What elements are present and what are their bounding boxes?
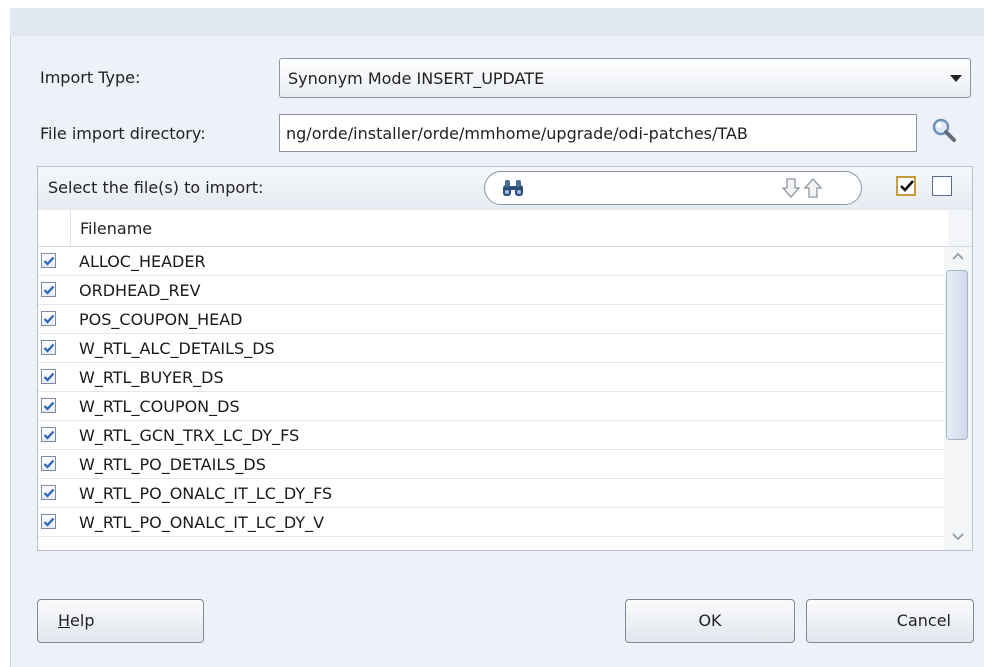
checkmark-icon	[43, 517, 55, 527]
filename-column-label: Filename	[80, 219, 153, 238]
file-row[interactable]: POS_COUPON_HEAD	[38, 305, 944, 334]
arrow-up-icon[interactable]	[803, 177, 823, 199]
file-name: ALLOC_HEADER	[79, 252, 206, 271]
help-label-rest: elp	[70, 611, 95, 630]
select-none-button[interactable]	[932, 176, 952, 196]
file-row[interactable]: ORDHEAD_REV	[38, 276, 944, 305]
file-row[interactable]: W_RTL_PO_DETAILS_DS	[38, 450, 944, 479]
file-checkbox[interactable]	[41, 485, 56, 500]
file-row[interactable]: ALLOC_HEADER	[38, 247, 944, 276]
magnifier-icon	[932, 118, 956, 142]
checkmark-icon	[43, 256, 55, 266]
checkmark-icon	[43, 314, 55, 324]
checkmark-icon	[43, 372, 55, 382]
cancel-button[interactable]: Cancel	[806, 599, 974, 643]
cancel-button-label: Cancel	[896, 611, 951, 630]
checkmark-icon	[43, 430, 55, 440]
file-panel-title: Select the file(s) to import:	[48, 178, 264, 197]
scroll-down-icon[interactable]	[952, 532, 964, 542]
ok-button[interactable]: OK	[625, 599, 795, 643]
file-name: ORDHEAD_REV	[79, 281, 201, 300]
filename-column-header[interactable]: Filename	[38, 210, 948, 247]
file-name: W_RTL_PO_ONALC_IT_LC_DY_V	[79, 513, 325, 532]
import-type-value: Synonym Mode INSERT_UPDATE	[288, 69, 545, 88]
dialog-title-bar	[10, 8, 984, 36]
import-type-dropdown[interactable]: Synonym Mode INSERT_UPDATE	[279, 58, 971, 98]
file-selection-panel: Select the file(s) to import: Filename A…	[37, 166, 973, 551]
file-name: POS_COUPON_HEAD	[79, 310, 243, 329]
checkmark-icon	[43, 285, 55, 295]
file-list: ALLOC_HEADER ORDHEAD_REV POS_COUPON_HEAD W_…	[38, 247, 944, 537]
help-button[interactable]: Help	[37, 599, 204, 643]
file-checkbox[interactable]	[41, 340, 56, 355]
file-checkbox[interactable]	[41, 311, 56, 326]
file-checkbox[interactable]	[41, 514, 56, 529]
import-type-label: Import Type:	[40, 68, 141, 87]
select-all-button[interactable]	[896, 176, 916, 196]
file-checkbox[interactable]	[41, 282, 56, 297]
file-checkbox[interactable]	[41, 253, 56, 268]
file-row[interactable]: W_RTL_GCN_TRX_LC_DY_FS	[38, 421, 944, 450]
file-checkbox[interactable]	[41, 369, 56, 384]
file-checkbox[interactable]	[41, 456, 56, 471]
file-name: W_RTL_ALC_DETAILS_DS	[79, 339, 275, 358]
file-row[interactable]: W_RTL_PO_ONALC_IT_LC_DY_FS	[38, 479, 944, 508]
directory-value: ng/orde/installer/orde/mmhome/upgrade/od…	[286, 124, 748, 143]
file-name: W_RTL_COUPON_DS	[79, 397, 240, 416]
scroll-up-icon[interactable]	[952, 251, 964, 261]
directory-label: File import directory:	[40, 124, 206, 143]
chevron-down-icon	[950, 75, 962, 82]
file-name: W_RTL_PO_DETAILS_DS	[79, 455, 266, 474]
checkmark-icon	[43, 343, 55, 353]
help-button-label: Help	[58, 611, 94, 630]
file-row[interactable]: W_RTL_COUPON_DS	[38, 392, 944, 421]
directory-input[interactable]: ng/orde/installer/orde/mmhome/upgrade/od…	[279, 114, 917, 152]
ok-button-label: OK	[698, 611, 722, 630]
help-mnemonic: H	[58, 611, 71, 630]
filter-field[interactable]	[484, 171, 862, 205]
file-name: W_RTL_GCN_TRX_LC_DY_FS	[79, 426, 300, 445]
binoculars-icon	[503, 180, 523, 196]
header-corner	[948, 210, 972, 247]
check-all-icon	[900, 180, 914, 192]
arrow-down-icon[interactable]	[781, 177, 801, 199]
file-row[interactable]: W_RTL_ALC_DETAILS_DS	[38, 334, 944, 363]
file-panel-header: Select the file(s) to import:	[38, 167, 972, 211]
scrollbar-thumb[interactable]	[946, 270, 968, 440]
file-name: W_RTL_PO_ONALC_IT_LC_DY_FS	[79, 484, 333, 503]
file-checkbox[interactable]	[41, 398, 56, 413]
browse-directory-button[interactable]	[928, 115, 960, 147]
file-row[interactable]: W_RTL_PO_ONALC_IT_LC_DY_V	[38, 508, 944, 537]
column-separator	[70, 210, 71, 246]
checkmark-icon	[43, 459, 55, 469]
file-row[interactable]: W_RTL_BUYER_DS	[38, 363, 944, 392]
file-checkbox[interactable]	[41, 427, 56, 442]
checkmark-icon	[43, 488, 55, 498]
checkmark-icon	[43, 401, 55, 411]
vertical-scrollbar[interactable]	[944, 247, 972, 550]
file-name: W_RTL_BUYER_DS	[79, 368, 224, 387]
